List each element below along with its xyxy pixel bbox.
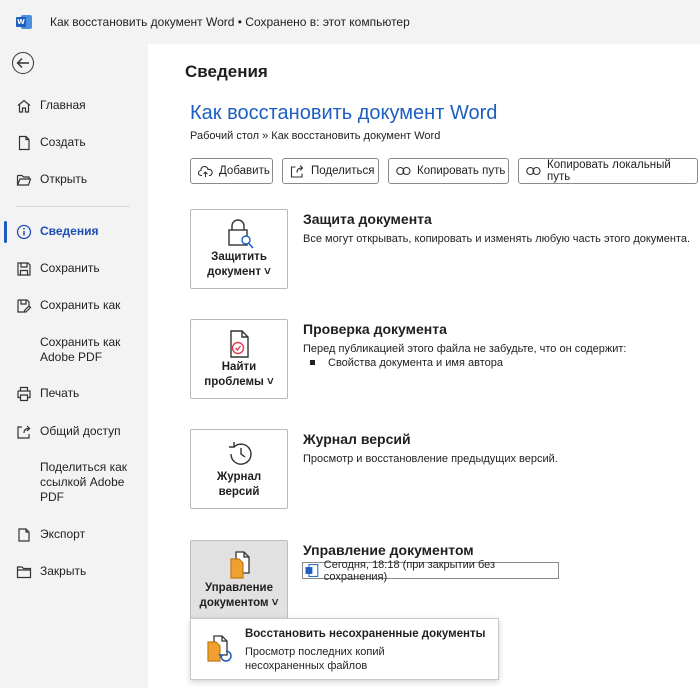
share-button[interactable]: Поделиться	[282, 158, 379, 184]
history-description: Просмотр и восстановление предыдущих вер…	[303, 453, 558, 465]
sidebar-item-label: Экспорт	[40, 527, 86, 541]
share-icon	[290, 164, 305, 178]
copy-path-button[interactable]: Копировать путь	[388, 158, 509, 184]
link-icon	[526, 164, 541, 178]
check-issues-label: Найти проблемы ˅	[204, 361, 274, 388]
sidebar-item-label: Закрыть	[40, 564, 87, 578]
open-folder-icon	[16, 172, 32, 188]
sidebar-item-label: Общий доступ	[40, 424, 121, 438]
save-icon	[16, 261, 32, 277]
recover-unsaved-heading: Восстановить несохраненные документы	[245, 628, 486, 640]
sidebar-item-label: Открыть	[40, 172, 88, 186]
sidebar-divider	[16, 206, 130, 207]
protect-document-button[interactable]: Защитить документ ˅	[190, 209, 288, 289]
export-icon	[16, 527, 32, 543]
add-button[interactable]: Добавить	[190, 158, 273, 184]
new-document-icon	[16, 135, 32, 151]
page-title: Сведения	[185, 62, 268, 81]
breadcrumb: Рабочий стол » Как восстановить документ…	[190, 130, 441, 142]
sidebar-item-label: Создать	[40, 135, 86, 149]
version-history-label: Журнал версий	[216, 471, 262, 498]
home-icon	[16, 98, 32, 114]
save-as-icon	[16, 298, 32, 314]
back-button[interactable]	[12, 52, 34, 74]
window-title: Как восстановить документ Word • Сохране…	[50, 15, 410, 29]
history-heading: Журнал версий	[303, 431, 411, 447]
history-clock-icon	[229, 442, 252, 465]
title-bar: W Как восстановить документ Word • Сохра…	[0, 0, 700, 44]
recover-documents-icon	[207, 635, 232, 662]
inspect-description: Перед публикацией этого файла не забудьт…	[303, 343, 627, 355]
inspect-heading: Проверка документа	[303, 321, 447, 337]
sidebar-item-label: Сведения	[40, 224, 99, 238]
copy-path-button-label: Копировать путь	[417, 165, 506, 177]
word-app-icon: W	[16, 14, 32, 30]
add-button-label: Добавить	[219, 165, 270, 177]
protect-document-label: Защитить документ ˅	[207, 251, 271, 278]
sidebar-item-label: Сохранить как Adobe PDF	[40, 335, 121, 364]
check-issues-button[interactable]: Найти проблемы ˅	[190, 319, 288, 399]
version-history-button[interactable]: Журнал версий	[190, 429, 288, 509]
active-indicator	[4, 221, 7, 243]
info-panel: Сведения Как восстановить документ Word …	[148, 44, 700, 688]
lock-key-icon	[228, 219, 254, 249]
manage-document-button[interactable]: Управление документом ˅	[190, 540, 288, 620]
version-entry-label: Сегодня, 18:18 (при закрытии без сохране…	[323, 558, 496, 583]
link-icon	[396, 164, 411, 178]
document-check-icon	[230, 330, 249, 358]
autosave-version-entry[interactable]: Сегодня, 18:18 (при закрытии без сохране…	[302, 559, 559, 583]
recover-unsaved-menu-item[interactable]: Восстановить несохраненные документы Про…	[190, 618, 499, 680]
word-file-icon	[305, 564, 319, 577]
document-title: Как восстановить документ Word	[190, 102, 498, 124]
backstage-sidebar: Главная Создать Открыть Сведения Сохрани…	[0, 44, 148, 688]
info-icon	[16, 224, 32, 240]
protect-heading: Защита документа	[303, 211, 432, 227]
sidebar-item-label: Сохранить	[40, 261, 100, 275]
sidebar-item-label: Поделиться как ссылкой Adobe PDF	[40, 460, 128, 504]
manage-document-label: Управление документом ˅	[199, 582, 279, 609]
protect-description: Все могут открывать, копировать и изменя…	[303, 233, 691, 245]
copy-local-path-button-label: Копировать локальный путь	[547, 159, 671, 183]
manage-heading: Управление документом	[303, 542, 474, 558]
arrow-left-icon	[16, 58, 29, 68]
sidebar-item-label: Сохранить как	[40, 298, 121, 312]
sidebar-item-label: Главная	[40, 98, 86, 112]
cloud-upload-icon	[198, 164, 213, 178]
share-button-label: Поделиться	[311, 165, 375, 177]
recover-unsaved-description: Просмотр последних копий несохраненных ф…	[245, 646, 385, 672]
inspect-bullet-text: Свойства документа и имя автора	[328, 357, 503, 369]
copy-local-path-button[interactable]: Копировать локальный путь	[518, 158, 698, 184]
print-icon	[16, 386, 32, 402]
share-icon	[16, 424, 32, 440]
sidebar-item-label: Печать	[40, 386, 80, 400]
bullet-marker	[310, 360, 315, 365]
close-folder-icon	[16, 564, 32, 580]
manage-documents-icon	[230, 551, 250, 579]
